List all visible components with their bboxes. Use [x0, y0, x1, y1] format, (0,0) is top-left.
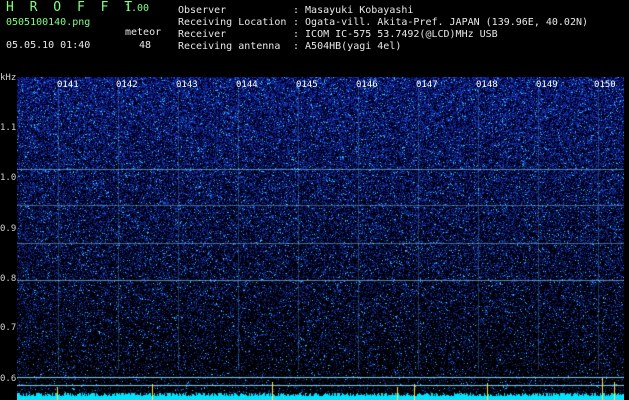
y-tick-label: 1.0	[0, 173, 17, 183]
file-name: 0505100140.png	[6, 17, 91, 28]
x-tick-label: 0145	[296, 80, 318, 90]
x-tick-label: 0148	[476, 80, 498, 90]
y-tick-label: 0.7	[0, 323, 17, 333]
app-version: 1.00	[125, 3, 150, 14]
x-tick-label: 0147	[416, 80, 438, 90]
x-tick-label: 0141	[57, 80, 79, 90]
info-value: : Masayuki Kobayashi	[293, 5, 414, 16]
y-tick-label: 0.6	[0, 374, 17, 384]
y-tick-label: 1.1	[0, 123, 17, 133]
x-tick-label: 0149	[536, 80, 558, 90]
x-tick-label: 0146	[356, 80, 378, 90]
y-axis-unit: kHz	[0, 73, 17, 83]
spectrogram-plot	[17, 77, 624, 400]
x-tick-label: 0144	[236, 80, 258, 90]
x-tick-label: 0142	[116, 80, 138, 90]
info-key: Receiving antenna	[178, 41, 281, 52]
info-value: : A504HB(yagi 4el)	[293, 41, 402, 52]
x-tick-label: 0143	[176, 80, 198, 90]
info-value: : Ogata-vill. Akita-Pref. JAPAN (139.96E…	[293, 17, 589, 28]
info-row-antenna: Receiving antenna : A504HB(yagi 4el)	[178, 40, 401, 53]
y-tick-label: 0.9	[0, 224, 17, 234]
app-brand: H R O F F T	[6, 0, 137, 15]
detection-category: meteor	[125, 27, 162, 38]
x-tick-label: 0150	[594, 80, 616, 90]
timestamp: 05.05.10 01:40	[6, 40, 91, 51]
y-tick-label: 0.8	[0, 274, 17, 284]
info-value: : ICOM IC-575 53.7492(@LCD)MHz USB	[293, 29, 498, 40]
meteor-count: 48	[139, 40, 152, 51]
